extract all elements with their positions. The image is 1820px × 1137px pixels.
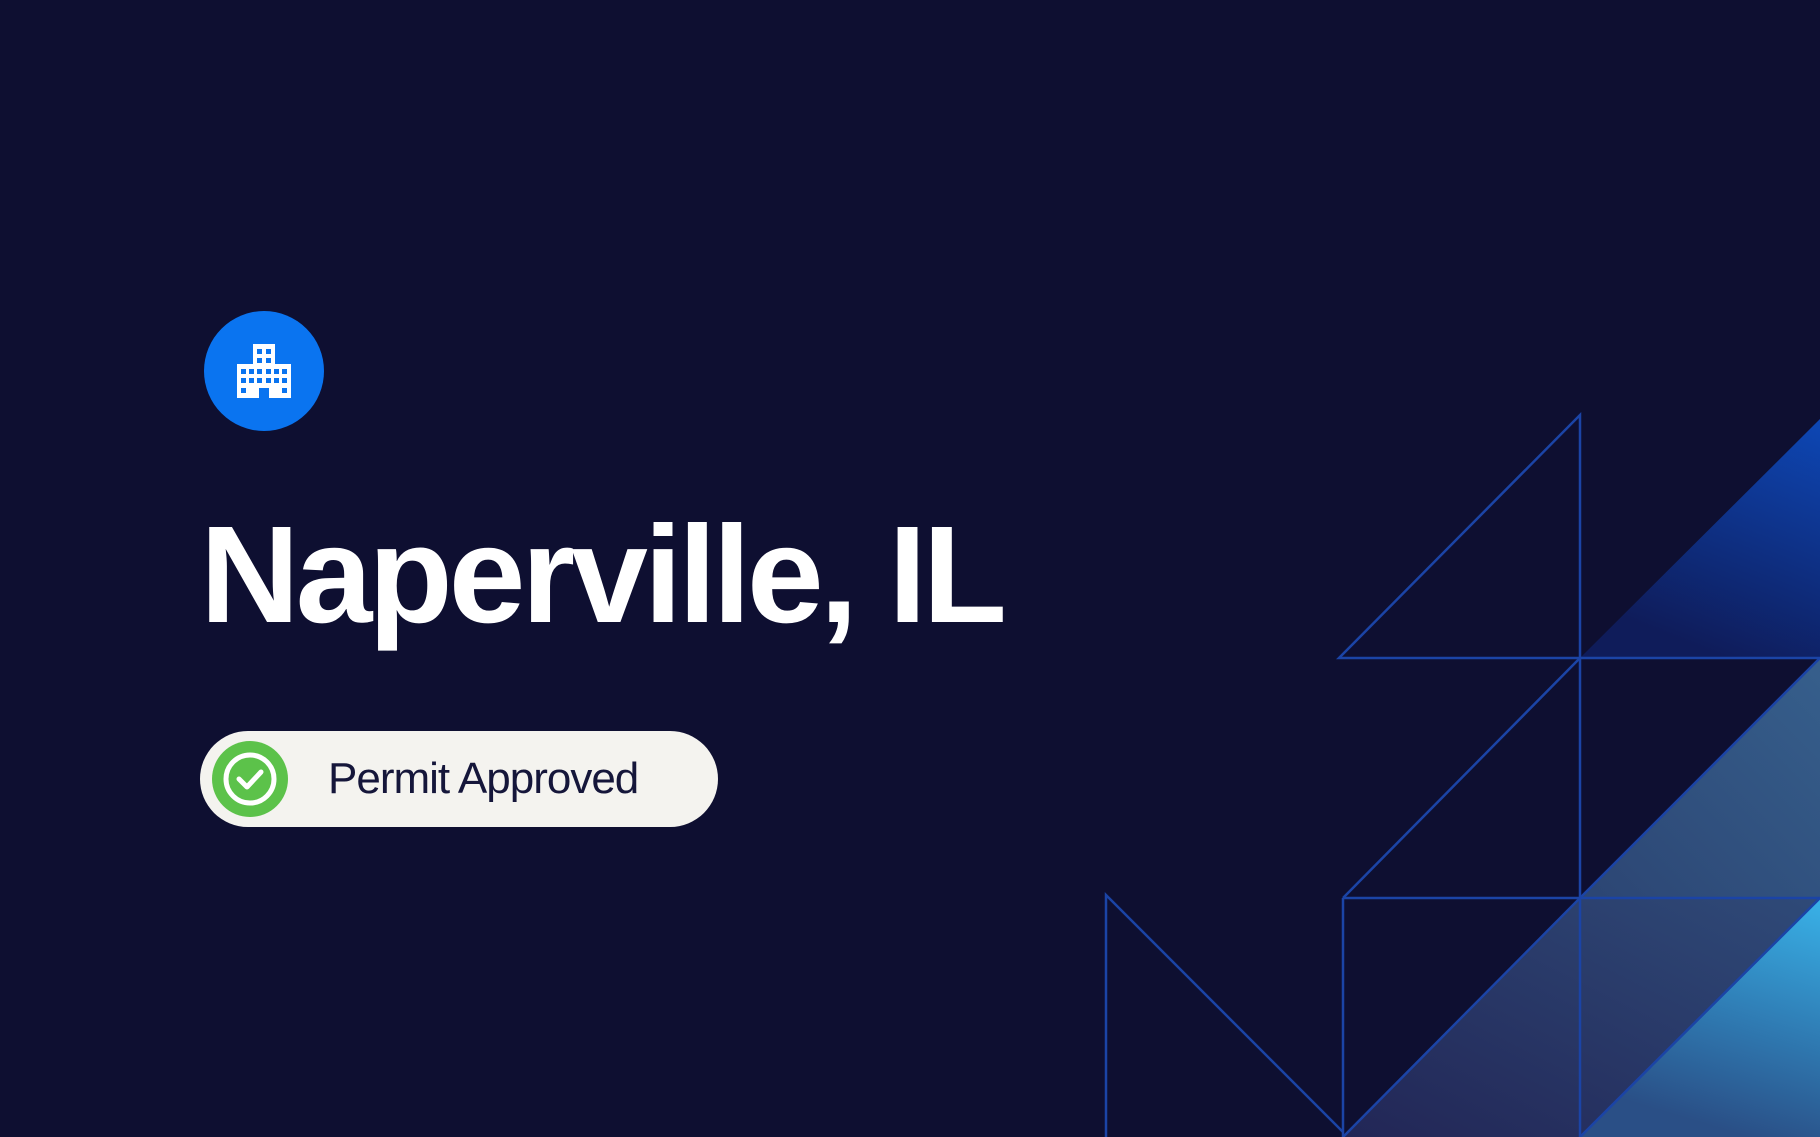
check-circle-icon: [212, 741, 288, 817]
building-icon-badge: [204, 311, 324, 431]
status-label: Permit Approved: [328, 754, 639, 803]
hero-card: Naperville, IL Permit Approved: [0, 0, 1820, 1137]
deco-triangle-top: [1580, 419, 1820, 658]
page-title: Naperville, IL: [200, 498, 1007, 652]
building-icon: [237, 344, 291, 398]
status-badge: Permit Approved: [200, 731, 718, 827]
